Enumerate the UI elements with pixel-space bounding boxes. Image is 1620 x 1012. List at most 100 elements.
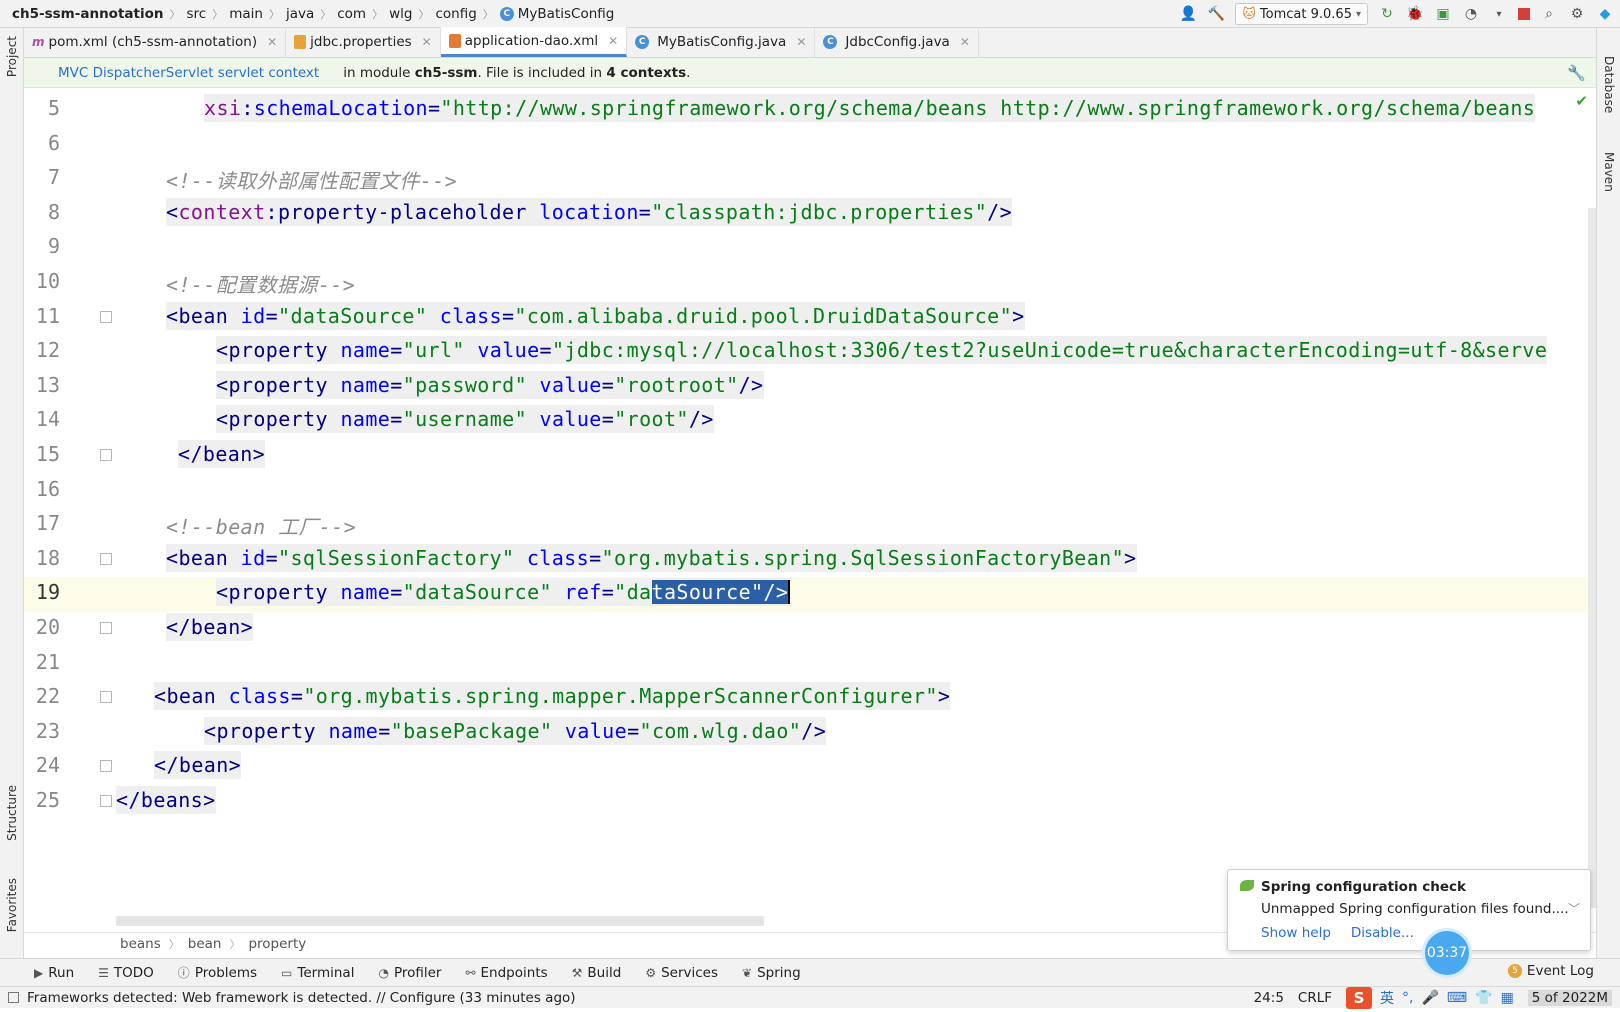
ime-language[interactable]: 英 bbox=[1380, 988, 1394, 1008]
code-line[interactable]: 11 <bean id="dataSource" class="com.aliba… bbox=[24, 301, 1596, 336]
fold-marker-icon[interactable] bbox=[100, 449, 112, 461]
debug-icon[interactable]: 🐞 bbox=[1406, 5, 1424, 23]
code-line[interactable]: 23 <property name="basePackage" value="co… bbox=[24, 716, 1596, 751]
build-hammer-icon[interactable]: 🔨 bbox=[1207, 5, 1225, 23]
context-link[interactable]: MVC DispatcherServlet servlet context bbox=[58, 65, 319, 81]
ime-punctuation-icon[interactable]: °, bbox=[1402, 990, 1413, 1006]
fold-marker-icon[interactable] bbox=[100, 622, 112, 634]
close-icon[interactable]: ✕ bbox=[267, 35, 277, 49]
code-line[interactable]: 10 <!--配置数据源--> bbox=[24, 266, 1596, 301]
code-line[interactable]: 6 bbox=[24, 128, 1596, 163]
maven-tool-button[interactable]: Maven bbox=[1602, 152, 1616, 192]
structure-tool-button[interactable]: Structure bbox=[5, 785, 19, 841]
code-line[interactable]: 9 bbox=[24, 231, 1596, 266]
fold-marker-icon[interactable] bbox=[100, 760, 112, 773]
tool-window-services[interactable]: ⚙ Services bbox=[645, 965, 718, 981]
code-editor[interactable]: 5 xsi:schemaLocation="http://www.springfr… bbox=[24, 88, 1596, 928]
coverage-icon[interactable]: ▣ bbox=[1434, 5, 1452, 23]
tool-window-build[interactable]: ⚒ Build bbox=[572, 965, 622, 981]
code-line[interactable]: 21 bbox=[24, 647, 1596, 682]
breadcrumb-item[interactable]: main bbox=[229, 6, 263, 22]
chevron-down-icon[interactable]: ﹀ bbox=[1568, 900, 1580, 917]
tool-window-todo[interactable]: ☰ TODO bbox=[98, 965, 154, 981]
show-help-link[interactable]: Show help bbox=[1261, 925, 1331, 941]
editor-tab[interactable]: application-dao.xml ✕ bbox=[440, 27, 628, 57]
tool-window-problems[interactable]: ⓘ Problems bbox=[178, 964, 257, 981]
keyboard-icon[interactable]: ⌨ bbox=[1447, 990, 1467, 1006]
breadcrumb-item[interactable]: ch5-ssm-annotation bbox=[12, 6, 164, 22]
more-run-options-icon[interactable]: ▾ bbox=[1490, 5, 1508, 23]
breadcrumb-item[interactable]: src bbox=[187, 6, 207, 22]
stop-icon[interactable] bbox=[1518, 8, 1530, 20]
event-log-button[interactable]: 5 Event Log bbox=[1507, 963, 1594, 979]
toolbox-icon[interactable]: ▦ bbox=[1501, 990, 1514, 1006]
breadcrumb-item[interactable]: com bbox=[337, 6, 366, 22]
close-icon[interactable]: ✕ bbox=[796, 35, 806, 49]
editor-tab[interactable]: C JdbcConfig.java ✕ bbox=[815, 27, 979, 57]
breadcrumb-item[interactable]: wlg bbox=[389, 6, 412, 22]
tool-window-terminal[interactable]: ▭ Terminal bbox=[281, 965, 354, 981]
editor-tab[interactable]: C MyBatisConfig.java ✕ bbox=[627, 27, 816, 57]
tool-window-profiler[interactable]: ◔ Profiler bbox=[378, 965, 441, 981]
user-icon[interactable]: 👤 bbox=[1179, 5, 1197, 23]
memory-indicator[interactable]: 5 of 2022M bbox=[1527, 990, 1612, 1006]
editor-tab[interactable]: jdbc.properties ✕ bbox=[286, 27, 441, 57]
vertical-scrollbar[interactable] bbox=[1588, 208, 1596, 908]
fold-marker-icon[interactable] bbox=[100, 795, 112, 807]
code-line[interactable]: 12 <property name="url" value="jdbc:mysql… bbox=[24, 335, 1596, 370]
editor-tab[interactable]: m pom.xml (ch5-ssm-annotation) ✕ bbox=[24, 27, 287, 57]
code-line[interactable]: 16 bbox=[24, 474, 1596, 509]
code-line[interactable]: 18 <bean id="sqlSessionFactory" class="or… bbox=[24, 543, 1596, 578]
fold-marker-icon[interactable] bbox=[100, 310, 112, 323]
skin-icon[interactable]: 👕 bbox=[1475, 990, 1492, 1006]
caret-position[interactable]: 24:5 bbox=[1254, 990, 1284, 1006]
recording-timer[interactable]: 03:37 bbox=[1422, 928, 1472, 978]
code-line[interactable]: 19 <property name="dataSource" ref="dataS… bbox=[24, 577, 1596, 613]
code-token: > bbox=[937, 684, 951, 709]
favorites-tool-button[interactable]: Favorites bbox=[5, 878, 19, 932]
code-line[interactable]: 15 </bean> bbox=[24, 439, 1596, 474]
status-message[interactable]: Frameworks detected: Web framework is de… bbox=[8, 990, 576, 1006]
chevron-right-icon: 〉 bbox=[268, 7, 280, 21]
fold-marker-icon[interactable] bbox=[100, 691, 112, 704]
jetbrains-toolbox-icon[interactable]: ◆ bbox=[1596, 5, 1614, 23]
run-configuration-selector[interactable]: 🐱 Tomcat 9.0.65 ▾ bbox=[1235, 3, 1368, 25]
code-line[interactable]: 25 </beans> bbox=[24, 785, 1596, 820]
code-line[interactable]: 22 <bean class="org.mybatis.spring.mapper… bbox=[24, 681, 1596, 716]
xml-path-item[interactable]: beans bbox=[120, 936, 161, 952]
tool-window-spring[interactable]: ❦ Spring bbox=[742, 965, 801, 981]
tool-window-run[interactable]: ▶ Run bbox=[34, 965, 74, 981]
database-tool-button[interactable]: Database bbox=[1602, 56, 1616, 113]
close-icon[interactable]: ✕ bbox=[960, 35, 970, 49]
rerun-icon[interactable]: ↻ bbox=[1378, 5, 1396, 23]
code-line[interactable]: 8 <context:property-placeholder location=… bbox=[24, 197, 1596, 232]
gear-icon[interactable]: ⚙ bbox=[1568, 5, 1586, 23]
profile-icon[interactable]: ◔ bbox=[1462, 5, 1480, 23]
close-icon[interactable]: ✕ bbox=[422, 35, 432, 49]
code-line[interactable]: 13 <property name="password" value="rootr… bbox=[24, 370, 1596, 405]
code-line[interactable]: 20 </bean> bbox=[24, 612, 1596, 647]
sogou-ime-icon[interactable]: S bbox=[1346, 987, 1373, 1009]
search-icon[interactable]: ⌕ bbox=[1540, 5, 1558, 23]
breadcrumb-item[interactable]: config bbox=[435, 6, 476, 22]
wrench-icon[interactable]: 🔧 bbox=[1567, 64, 1586, 82]
tool-window-endpoints[interactable]: ⚯ Endpoints bbox=[465, 965, 547, 981]
code-line[interactable]: 17 <!--bean 工厂--> bbox=[24, 508, 1596, 543]
xml-path-item[interactable]: bean bbox=[188, 936, 222, 952]
tool-windows-toggle-icon[interactable] bbox=[8, 992, 19, 1003]
disable-link[interactable]: Disable... bbox=[1351, 925, 1414, 941]
code-line[interactable]: 5 xsi:schemaLocation="http://www.springfr… bbox=[24, 93, 1596, 128]
microphone-icon[interactable]: 🎤 bbox=[1421, 990, 1438, 1006]
close-icon[interactable]: ✕ bbox=[608, 34, 618, 48]
breadcrumb-item[interactable]: MyBatisConfig bbox=[518, 6, 615, 22]
breadcrumb-item[interactable]: java bbox=[286, 6, 314, 22]
project-tool-button[interactable]: Project bbox=[5, 36, 19, 77]
line-ending[interactable]: CRLF bbox=[1298, 990, 1332, 1006]
code-line[interactable]: 24 </bean> bbox=[24, 750, 1596, 785]
xml-path-item[interactable]: property bbox=[248, 936, 306, 952]
code-line[interactable]: 14 <property name="username" value="root"… bbox=[24, 404, 1596, 439]
inspection-ok-icon[interactable]: ✔ bbox=[1575, 92, 1588, 110]
horizontal-scrollbar[interactable] bbox=[116, 916, 764, 926]
fold-marker-icon[interactable] bbox=[100, 552, 112, 565]
code-line[interactable]: 7 <!--读取外部属性配置文件--> bbox=[24, 162, 1596, 197]
